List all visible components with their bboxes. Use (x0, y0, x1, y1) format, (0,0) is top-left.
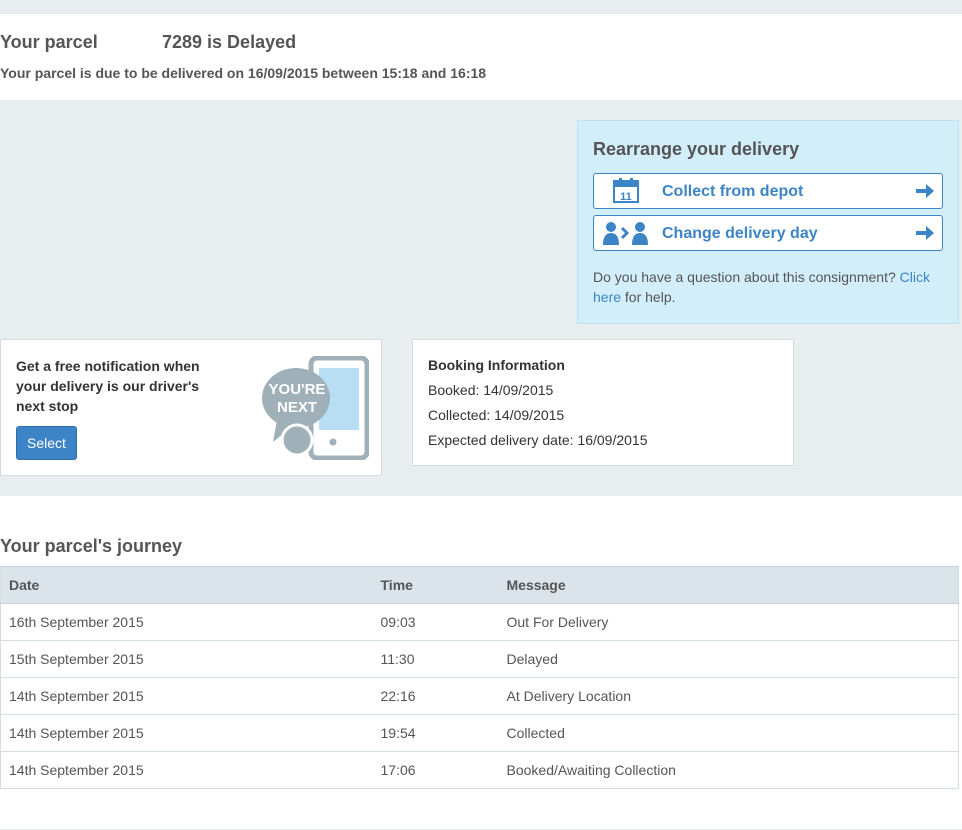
help-text: Do you have a question about this consig… (593, 267, 945, 307)
help-question: Do you have a question about this consig… (593, 269, 896, 285)
row-date: 14th September 2015 (0, 751, 373, 789)
title-prefix: Your parcel (0, 32, 98, 52)
journey-table: Date Time Message 16th September 2015 09… (0, 566, 959, 789)
row-message: Out For Delivery (498, 603, 959, 641)
delivery-window-text: Your parcel is due to be delivered on 16… (0, 65, 487, 81)
page-title: Your parcel 7289 is Delayed (0, 32, 296, 53)
row-message: Collected (498, 714, 959, 752)
journey-title: Your parcel's journey (0, 536, 183, 556)
row-message: Delayed (498, 640, 959, 678)
change-delivery-day-button[interactable]: Change delivery day (593, 215, 943, 251)
message-column-header: Message (498, 566, 959, 604)
row-time: 17:06 (372, 751, 499, 789)
collect-from-depot-label: Collect from depot (662, 183, 804, 200)
table-row: 14th September 2015 22:16 At Delivery Lo… (0, 677, 959, 715)
time-column-header: Time (372, 566, 499, 604)
row-time: 22:16 (372, 677, 499, 715)
table-row: 14th September 2015 19:54 Collected (0, 714, 959, 752)
change-delivery-day-label: Change delivery day (662, 225, 818, 242)
table-header-row: Date Time Message (0, 566, 959, 604)
row-date: 15th September 2015 (0, 640, 373, 678)
notification-text: Get a free notification when your delive… (16, 358, 200, 414)
title-status: 7289 is Delayed (162, 32, 297, 52)
expected-delivery-date: Expected delivery date: 16/09/2015 (428, 432, 648, 448)
arrow-right-icon (916, 226, 934, 240)
booking-information-card: Booking Information Booked: 14/09/2015 C… (412, 339, 794, 466)
booking-heading: Booking Information (428, 357, 565, 373)
row-time: 11:30 (372, 640, 499, 678)
table-row: 16th September 2015 09:03 Out For Delive… (0, 603, 959, 641)
rearrange-panel: Rearrange your delivery 11 Collect from … (577, 120, 959, 324)
row-time: 09:03 (372, 603, 499, 641)
row-date: 16th September 2015 (0, 603, 373, 641)
youre-line: YOU'RE (269, 381, 326, 398)
parcel-header (0, 14, 962, 100)
next-stop-notification-card: Get a free notification when your delive… (0, 339, 382, 476)
youre-next-phone-icon: YOU'RE NEXT (262, 356, 369, 460)
select-notification-button[interactable]: Select (16, 426, 77, 460)
table-row: 15th September 2015 11:30 Delayed (0, 640, 959, 678)
date-column-header: Date (0, 566, 373, 604)
next-line: NEXT (277, 399, 317, 416)
booked-date: Booked: 14/09/2015 (428, 382, 554, 398)
collected-date: Collected: 14/09/2015 (428, 407, 565, 423)
people-swap-icon (603, 222, 648, 245)
rearrange-heading: Rearrange your delivery (593, 139, 800, 159)
collect-from-depot-button[interactable]: 11 Collect from depot (593, 173, 943, 209)
arrow-right-icon (916, 184, 934, 198)
calendar-icon: 11 (613, 178, 639, 203)
row-message: At Delivery Location (498, 677, 959, 715)
help-suffix: for help. (624, 289, 676, 305)
row-date: 14th September 2015 (0, 714, 373, 752)
row-date: 14th September 2015 (0, 677, 373, 715)
top-strip (0, 0, 962, 14)
row-message: Booked/Awaiting Collection (498, 751, 959, 789)
svg-text:11: 11 (620, 191, 632, 203)
table-row: 14th September 2015 17:06 Booked/Awaitin… (0, 751, 959, 789)
row-time: 19:54 (372, 714, 499, 752)
